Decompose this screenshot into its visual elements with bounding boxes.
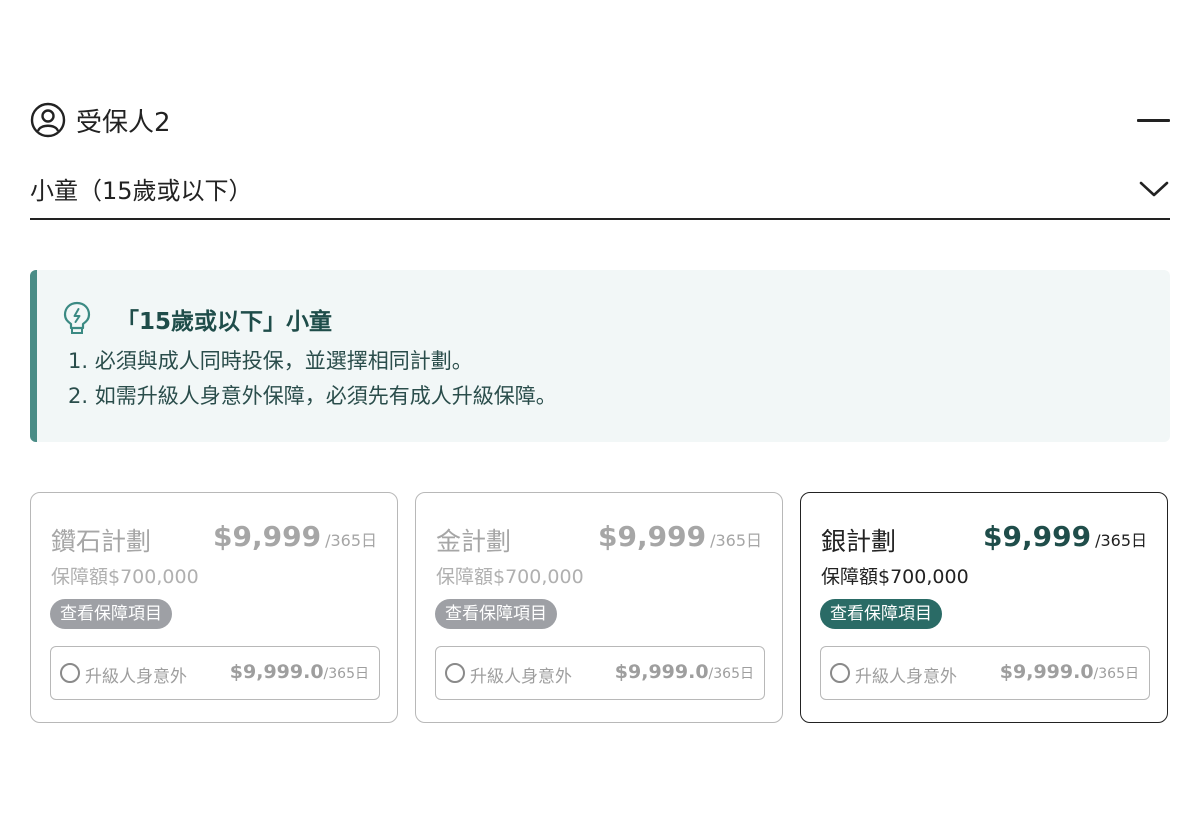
age-group-selected-value: 小童（15歲或以下） [30, 176, 253, 205]
lightbulb-icon [63, 301, 91, 334]
notice-item: 2. 如需升級人身意外保障，必須先有成人升級保障。 [68, 384, 557, 408]
plan-card-diamond[interactable]: 鑽石計劃 $9,999/365日 保障額$700,000 查看保障項目 升級人身… [30, 492, 398, 723]
plan-name: 金計劃 [436, 527, 512, 556]
view-coverage-button[interactable]: 查看保障項目 [820, 599, 942, 629]
plan-price-period: /365日 [710, 531, 762, 550]
upgrade-price-amount: $9,999.0 [229, 661, 324, 683]
plan-name: 銀計劃 [821, 527, 897, 556]
notice-item: 1. 必須與成人同時投保，並選擇相同計劃。 [68, 349, 473, 373]
insured-title: 受保人2 [30, 102, 171, 139]
plan-card-silver[interactable]: 銀計劃 $9,999/365日 保障額$700,000 查看保障項目 升級人身意… [800, 492, 1168, 723]
child-notice-box: 「15歲或以下」小童 1. 必須與成人同時投保，並選擇相同計劃。 2. 如需升級… [30, 270, 1170, 442]
insured-header: 受保人2 [30, 101, 1170, 139]
upgrade-price-period: /365日 [1093, 666, 1139, 682]
upgrade-price-amount: $9,999.0 [999, 661, 1094, 683]
upgrade-price-period: /365日 [323, 666, 369, 682]
plan-price: $9,999/365日 [983, 520, 1147, 553]
radio-button[interactable] [830, 663, 850, 683]
plan-coverage: 保障額$700,000 [821, 566, 969, 588]
plan-name: 鑽石計劃 [51, 527, 152, 556]
chevron-down-icon [1139, 181, 1169, 197]
person-circle-icon [30, 102, 66, 138]
upgrade-label: 升級人身意外 [470, 667, 572, 687]
upgrade-price-period: /365日 [708, 666, 754, 682]
notice-title: 「15歲或以下」小童 [116, 309, 333, 335]
notice-accent-bar [30, 270, 37, 442]
upgrade-label: 升級人身意外 [855, 667, 957, 687]
upgrade-label: 升級人身意外 [85, 667, 187, 687]
plan-price-period: /365日 [1095, 531, 1147, 550]
plan-card-gold[interactable]: 金計劃 $9,999/365日 保障額$700,000 查看保障項目 升級人身意… [415, 492, 783, 723]
plan-price: $9,999/365日 [598, 520, 762, 553]
age-group-select[interactable]: 小童（15歲或以下） [30, 170, 1170, 220]
plan-coverage: 保障額$700,000 [51, 566, 199, 588]
upgrade-price: $9,999.0/365日 [615, 661, 754, 683]
notice-list: 1. 必須與成人同時投保，並選擇相同計劃。 2. 如需升級人身意外保障，必須先有… [68, 344, 557, 414]
plan-price-amount: $9,999 [983, 520, 1092, 553]
upgrade-price-amount: $9,999.0 [614, 661, 709, 683]
upgrade-accident-option[interactable]: 升級人身意外 $9,999.0/365日 [435, 646, 765, 700]
plan-coverage: 保障額$700,000 [436, 566, 584, 588]
collapse-button[interactable] [1136, 103, 1170, 137]
insured-label: 受保人2 [76, 107, 171, 138]
insured-person-section: 受保人2 小童（15歲或以下） 「15歲或以下」小童 1. 必須與成人同時投保，… [0, 0, 1200, 825]
view-coverage-button[interactable]: 查看保障項目 [50, 599, 172, 629]
upgrade-accident-option[interactable]: 升級人身意外 $9,999.0/365日 [820, 646, 1150, 700]
plan-price-period: /365日 [325, 531, 377, 550]
minus-icon [1136, 118, 1170, 122]
plan-price: $9,999/365日 [213, 520, 377, 553]
view-coverage-button[interactable]: 查看保障項目 [435, 599, 557, 629]
upgrade-price: $9,999.0/365日 [230, 661, 369, 683]
radio-button[interactable] [445, 663, 465, 683]
upgrade-accident-option[interactable]: 升級人身意外 $9,999.0/365日 [50, 646, 380, 700]
radio-button[interactable] [60, 663, 80, 683]
plan-price-amount: $9,999 [598, 520, 707, 553]
upgrade-price: $9,999.0/365日 [1000, 661, 1139, 683]
plan-price-amount: $9,999 [213, 520, 322, 553]
